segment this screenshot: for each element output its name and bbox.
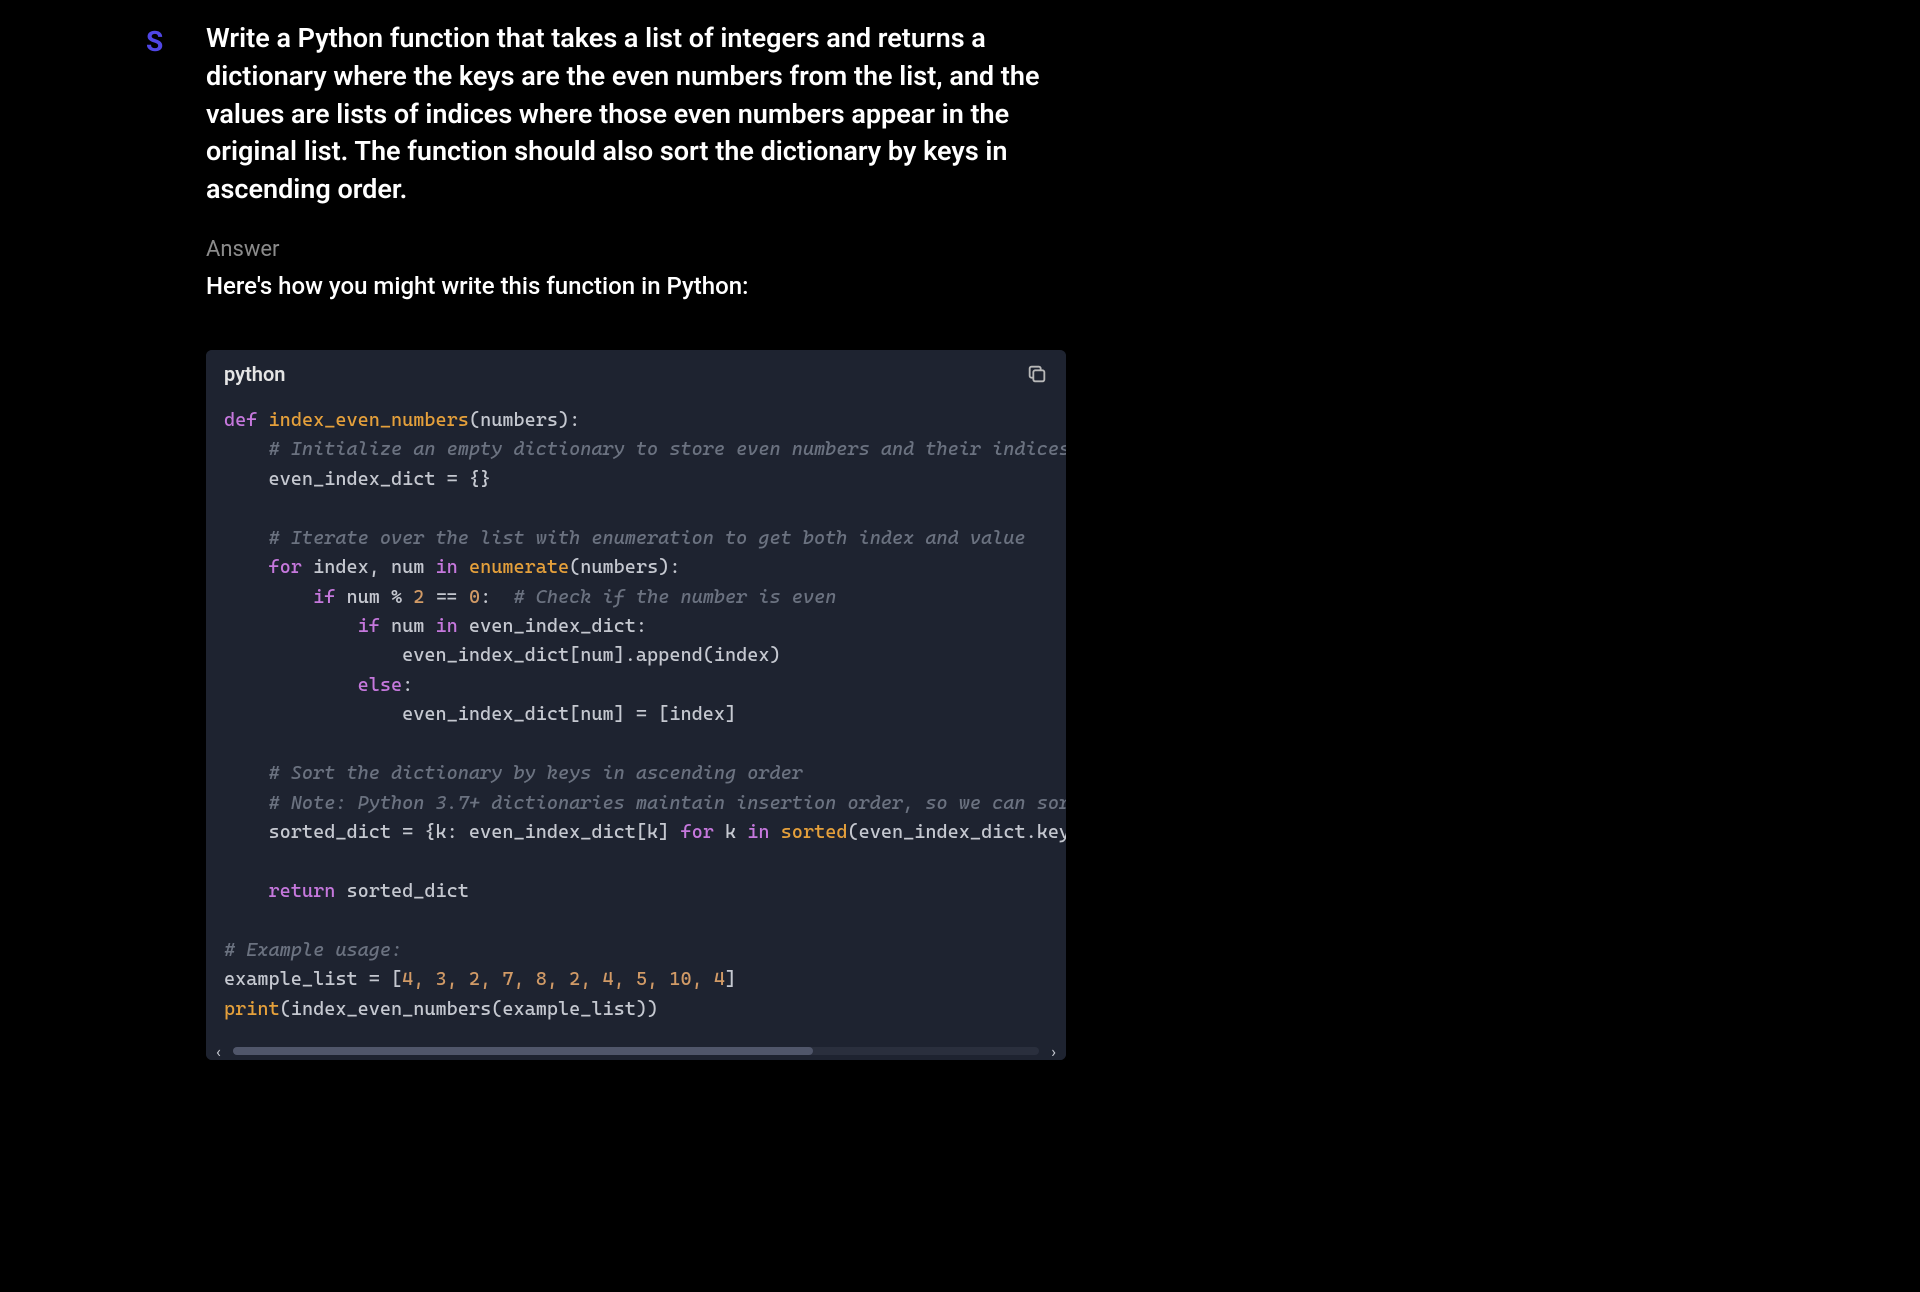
code-token: return — [269, 880, 336, 902]
code-token: == — [424, 586, 469, 608]
user-question: Write a Python function that takes a lis… — [206, 20, 1066, 209]
code-token: # Check if the number is even — [513, 586, 836, 608]
scroll-right-arrow[interactable]: › — [1047, 1042, 1060, 1061]
code-token: even_index_dict: — [458, 615, 647, 637]
scroll-track[interactable] — [233, 1047, 1039, 1055]
code-token: # Initialize an empty dictionary to stor… — [269, 438, 1066, 460]
copy-icon[interactable] — [1026, 363, 1048, 385]
code-header: python — [206, 350, 1066, 398]
code-token: print — [224, 998, 280, 1020]
code-token: (even_index_dict.keys() — [847, 821, 1066, 843]
code-token: # Sort the dictionary by keys in ascendi… — [269, 762, 803, 784]
code-token: (numbers): — [469, 409, 580, 431]
code-token: num % — [335, 586, 413, 608]
code-token: def — [224, 409, 257, 431]
code-token: # Iterate over the list with enumeration… — [269, 527, 1026, 549]
code-token: k — [714, 821, 747, 843]
user-avatar: S — [146, 28, 174, 56]
code-token: 2 — [413, 586, 424, 608]
code-token: else — [358, 674, 403, 696]
code-token: # Example usage: — [224, 939, 402, 961]
scroll-left-arrow[interactable]: ‹ — [212, 1042, 225, 1061]
code-token: even_index_dict = {} — [269, 468, 492, 490]
code-token — [770, 821, 781, 843]
code-token: sorted_dict — [335, 880, 469, 902]
code-token: if — [313, 586, 335, 608]
code-token: : — [402, 674, 413, 696]
code-token: if — [358, 615, 380, 637]
code-token: sorted — [781, 821, 848, 843]
code-token: for — [680, 821, 713, 843]
code-token: # Note: Python 3.7+ dictionaries maintai… — [269, 792, 1066, 814]
code-language-label: python — [224, 362, 285, 386]
code-content[interactable]: def index_even_numbers(numbers): # Initi… — [206, 398, 1066, 1042]
scroll-thumb[interactable] — [233, 1047, 814, 1055]
code-token: 0 — [469, 586, 480, 608]
code-token — [458, 556, 469, 578]
code-token: (index_even_numbers(example_list)) — [280, 998, 659, 1020]
code-token: sorted_dict = {k: even_index_dict[k] — [269, 821, 681, 843]
code-token: ] — [725, 968, 736, 990]
code-token: example_list = [ — [224, 968, 402, 990]
code-token: : — [480, 586, 513, 608]
answer-label: Answer — [206, 237, 1066, 262]
code-token: in — [436, 615, 458, 637]
code-token: index_even_numbers — [269, 409, 469, 431]
code-token: num — [380, 615, 436, 637]
code-token: enumerate — [469, 556, 569, 578]
code-token: (numbers): — [569, 556, 680, 578]
code-token: even_index_dict[num] = [index] — [402, 703, 736, 725]
chat-content: Write a Python function that takes a lis… — [206, 20, 1066, 1060]
code-token: for — [269, 556, 302, 578]
code-token: index, num — [302, 556, 436, 578]
code-block: python def index_even_numbers(numbers): … — [206, 350, 1066, 1060]
code-scrollbar[interactable]: ‹ › — [206, 1042, 1066, 1060]
code-token: 4, 3, 2, 7, 8, 2, 4, 5, 10, 4 — [402, 968, 725, 990]
answer-intro: Here's how you might write this function… — [206, 272, 1066, 300]
code-token: even_index_dict[num].append(index) — [402, 644, 781, 666]
code-token: in — [747, 821, 769, 843]
code-token: in — [436, 556, 458, 578]
